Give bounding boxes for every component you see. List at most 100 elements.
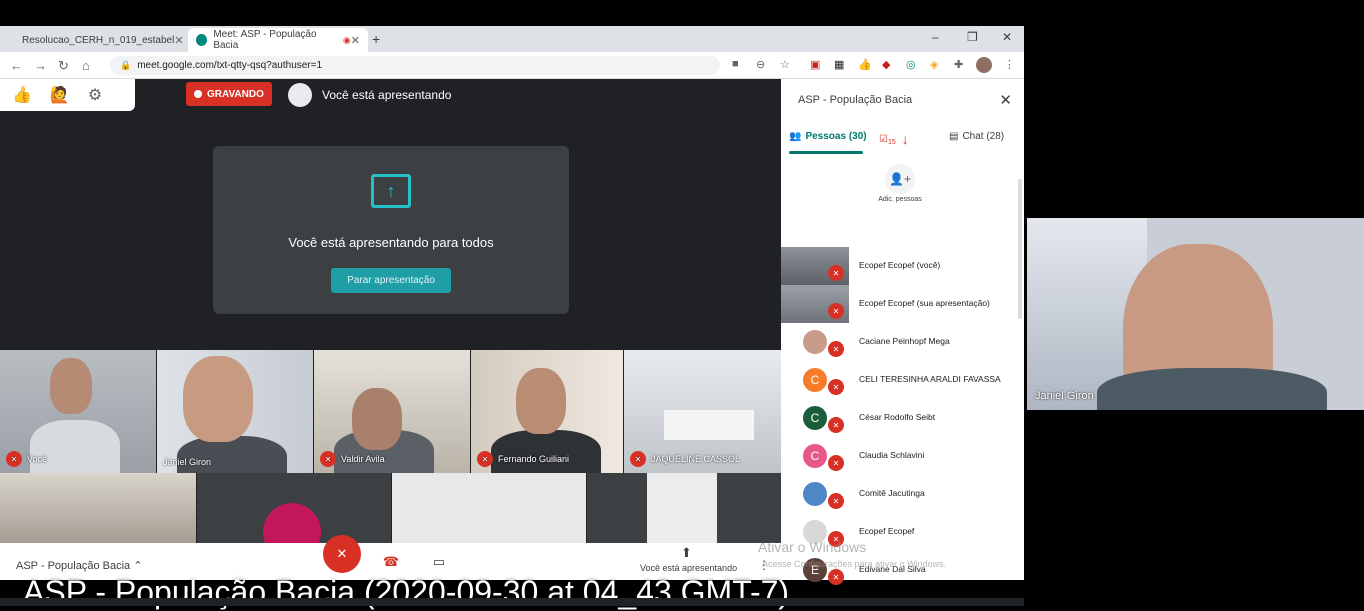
timer-extension-icon[interactable]: ◎	[906, 58, 916, 71]
reload-icon[interactable]: ↻	[58, 58, 69, 74]
participant-tile[interactable]: ✕ Você	[0, 350, 156, 473]
participant-tile[interactable]: ✕ Valdir Avila	[314, 350, 470, 473]
extension-icon[interactable]: ▣	[810, 58, 820, 71]
camera-button[interactable]: ▭	[424, 547, 454, 577]
participant-name: Comitê Jacutinga	[859, 488, 925, 498]
list-item[interactable]: ✕ Ecopef Ecopef (você)	[781, 247, 1024, 285]
close-icon[interactable]: ✕	[351, 34, 360, 47]
list-item[interactable]: C ✕ Claudia Schlavini	[781, 437, 1024, 475]
list-item[interactable]: ✕ Ecopef Ecopef (sua apresentação)	[781, 285, 1024, 323]
avatar: C	[803, 368, 827, 392]
tab-label: Chat (28)	[962, 131, 1005, 142]
maximize-button[interactable]: ❐	[967, 30, 978, 44]
participant-tile[interactable]	[0, 473, 196, 543]
meet-icon	[196, 34, 208, 46]
participant-name: Caciane Peinhopf Mega	[859, 336, 950, 346]
close-window-button[interactable]: ✕	[1002, 30, 1012, 44]
tab-tasks[interactable]: ☑ 15 ↓	[879, 131, 909, 147]
participant-tile[interactable]	[392, 473, 586, 543]
zoom-icon[interactable]: ⊖	[756, 58, 765, 71]
menu-icon[interactable]: ⋮	[1004, 58, 1015, 71]
participant-name: César Rodolfo Seibt	[859, 412, 936, 422]
mic-off-icon: ✕	[828, 341, 844, 357]
thumbs-up-icon[interactable]: 👍	[12, 85, 32, 105]
list-item[interactable]: ✕ Caciane Peinhopf Mega	[781, 323, 1024, 361]
mic-off-icon: ✕	[828, 379, 844, 395]
mic-off-icon: ✕	[828, 455, 844, 471]
close-icon[interactable]: ✕	[174, 34, 183, 47]
presentation-card: ↑ Você está apresentando para todos Para…	[213, 146, 569, 314]
windows-activation-subtext: Acesse Configurações para ativar o Windo…	[762, 559, 947, 569]
list-item[interactable]: E ✕ Edivane Dal Silva	[781, 551, 1024, 589]
shield-extension-icon[interactable]: ◆	[882, 58, 890, 71]
address-bar: ← → ↻ ⌂ 🔒 meet.google.com/txt-qtty-qsq?a…	[0, 52, 1024, 79]
stop-presenting-button[interactable]: Parar apresentação	[331, 268, 451, 293]
tab-people[interactable]: 👥 Pessoas (30)	[789, 131, 867, 142]
url-field[interactable]: 🔒 meet.google.com/txt-qtty-qsq?authuser=…	[110, 56, 720, 75]
reactions-popup: 👍 🙋 ⚙	[0, 79, 135, 111]
presenting-bottom-label[interactable]: Você está apresentando	[640, 563, 737, 573]
mic-off-icon: ✕	[336, 546, 348, 561]
thumb-extension-icon[interactable]: 👍	[858, 58, 872, 71]
record-dot-icon	[194, 90, 202, 98]
close-icon[interactable]: ✕	[999, 91, 1012, 109]
participant-name: Ecopef Ecopef (você)	[859, 260, 941, 270]
presenter-camera: Janiel Giron	[1027, 218, 1364, 410]
add-people-button[interactable]: 👤+	[885, 164, 915, 194]
mic-off-button[interactable]: ✕	[323, 535, 361, 573]
star-icon[interactable]: ☆	[780, 58, 790, 71]
avatar	[803, 330, 827, 354]
people-panel: ASP - População Bacia ✕ 👥 Pessoas (30) ☑…	[781, 79, 1024, 585]
mic-off-icon: ✕	[6, 451, 22, 467]
camera-icon[interactable]: ■	[732, 58, 739, 70]
recording-badge: GRAVANDO	[186, 82, 272, 106]
recording-dot-icon: ◉	[342, 34, 351, 45]
chat-icon: ▤	[949, 131, 959, 142]
meeting-name[interactable]: ASP - População Bacia ⌃	[16, 559, 142, 572]
participant-tile[interactable]: Janiel Giron	[157, 350, 313, 473]
presenting-indicator: Você está apresentando	[288, 83, 451, 107]
people-icon: 👥	[789, 131, 802, 142]
scrollbar[interactable]	[1018, 179, 1022, 319]
tab-resolucao[interactable]: Resolucao_CERH_n_019_estabel ✕	[8, 28, 186, 52]
list-item[interactable]: C ✕ CELI TERESINHA ARALDI FAVASSA	[781, 361, 1024, 399]
camera-icon: ▭	[432, 554, 446, 569]
tab-label: Resolucao_CERH_n_019_estabel	[22, 34, 175, 46]
forward-icon[interactable]: →	[34, 58, 47, 73]
tab-chat[interactable]: ▤ Chat (28)	[949, 131, 1004, 142]
participant-tile[interactable]: ✕ Fernando Guiliani	[471, 350, 623, 473]
mic-off-icon: ✕	[828, 569, 844, 585]
raise-hand-icon[interactable]: 🙋	[50, 85, 70, 105]
minimize-button[interactable]: –	[932, 30, 939, 44]
participant-name: Claudia Schlavini	[859, 450, 925, 460]
participant-name: Janiel Giron	[163, 457, 212, 467]
avatar	[803, 482, 827, 506]
hang-up-button[interactable]: ☎	[376, 547, 406, 577]
participant-tile[interactable]	[197, 473, 391, 561]
puzzle-icon[interactable]: ✚	[954, 58, 963, 71]
profile-avatar[interactable]	[976, 57, 992, 73]
tab-meet[interactable]: Meet: ASP - População Bacia ◉ ✕	[188, 28, 368, 52]
tab-label: Pessoas (30)	[805, 131, 867, 142]
new-tab-button[interactable]: +	[372, 31, 380, 47]
chevron-up-icon: ⌃	[133, 560, 143, 572]
participant-name: Ecopef Ecopef	[859, 526, 915, 536]
badge-extension-icon[interactable]: ◈	[930, 58, 938, 71]
present-icon[interactable]: ⬆	[681, 545, 692, 561]
avatar: C	[803, 444, 827, 468]
phone-icon: ☎	[382, 554, 400, 569]
grid-extension-icon[interactable]: ▦	[834, 58, 844, 71]
list-item[interactable]: C ✕ César Rodolfo Seibt	[781, 399, 1024, 437]
presenter-body	[1097, 368, 1327, 410]
back-icon[interactable]: ←	[10, 58, 23, 73]
participant-name: Janiel Giron	[1035, 390, 1094, 402]
participant-tile[interactable]	[587, 473, 781, 543]
home-icon[interactable]: ⌂	[82, 58, 90, 73]
mic-off-icon: ✕	[630, 451, 646, 467]
gear-icon[interactable]: ⚙	[88, 85, 102, 105]
lock-icon: 🔒	[120, 60, 132, 70]
participant-tile[interactable]: ✕ JAQUELINE CASSOL	[624, 350, 781, 473]
participant-name: CELI TERESINHA ARALDI FAVASSA	[859, 374, 1001, 384]
list-item[interactable]: ✕ Comitê Jacutinga	[781, 475, 1024, 513]
arrow-down-icon: ↓	[901, 131, 909, 147]
